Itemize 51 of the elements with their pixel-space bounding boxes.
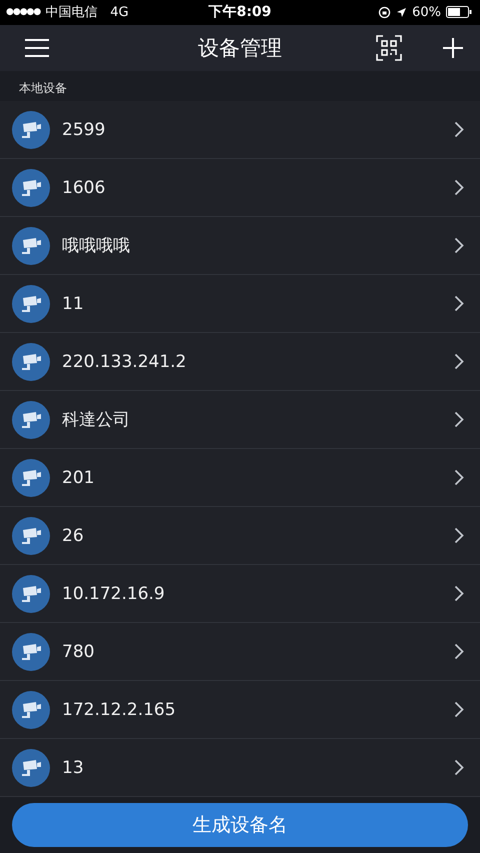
- generate-button[interactable]: 生成设备名: [12, 803, 468, 847]
- camera-icon: [12, 574, 50, 612]
- device-row[interactable]: 13: [0, 739, 480, 797]
- device-row[interactable]: 11: [0, 275, 480, 333]
- camera-icon: [12, 516, 50, 554]
- carrier-name: 中国电信: [45, 4, 98, 22]
- camera-icon: [12, 284, 50, 322]
- camera-icon: [12, 110, 50, 148]
- camera-icon: [12, 458, 50, 496]
- location-arrow-icon: [396, 6, 408, 18]
- device-row[interactable]: 220.133.241.2: [0, 333, 480, 391]
- device-row[interactable]: 哦哦哦哦: [0, 217, 480, 275]
- device-row[interactable]: 172.12.2.165: [0, 681, 480, 739]
- device-row[interactable]: 科達公司: [0, 391, 480, 449]
- camera-icon: [12, 748, 50, 786]
- device-row[interactable]: 10.172.16.9: [0, 565, 480, 623]
- camera-icon: [12, 690, 50, 728]
- plus-icon: [442, 36, 464, 59]
- qr-scan-button[interactable]: [374, 32, 404, 63]
- chevron-right-icon: [454, 643, 464, 660]
- camera-icon: [12, 400, 50, 438]
- chevron-right-icon: [454, 585, 464, 602]
- network-type: 4G: [110, 4, 129, 20]
- device-row[interactable]: 780: [0, 623, 480, 681]
- clock-time: 下午8:09: [208, 3, 272, 22]
- signal-strength: ●●●●●: [6, 7, 40, 18]
- chevron-right-icon: [454, 759, 464, 776]
- chevron-right-icon: [454, 411, 464, 428]
- chevron-right-icon: [454, 353, 464, 370]
- device-row[interactable]: 201: [0, 449, 480, 507]
- rotation-lock-icon: [378, 6, 392, 19]
- device-row[interactable]: 1606: [0, 159, 480, 217]
- menu-icon: [24, 38, 50, 58]
- section-header: 本地设备: [18, 80, 68, 97]
- battery-percent: 60%: [412, 4, 441, 20]
- camera-icon: [12, 632, 50, 670]
- chevron-right-icon: [454, 237, 464, 254]
- qr-code-icon: [376, 34, 402, 61]
- chevron-right-icon: [454, 295, 464, 312]
- chevron-right-icon: [454, 469, 464, 486]
- chevron-right-icon: [454, 701, 464, 718]
- camera-icon: [12, 342, 50, 380]
- chevron-right-icon: [454, 527, 464, 544]
- chevron-right-icon: [454, 179, 464, 196]
- battery-icon: [446, 6, 472, 18]
- chevron-right-icon: [454, 121, 464, 138]
- camera-icon: [12, 226, 50, 264]
- device-row[interactable]: 2599: [0, 101, 480, 159]
- device-row[interactable]: 26: [0, 507, 480, 565]
- camera-icon: [12, 168, 50, 206]
- screen-title: 设备管理: [198, 34, 282, 62]
